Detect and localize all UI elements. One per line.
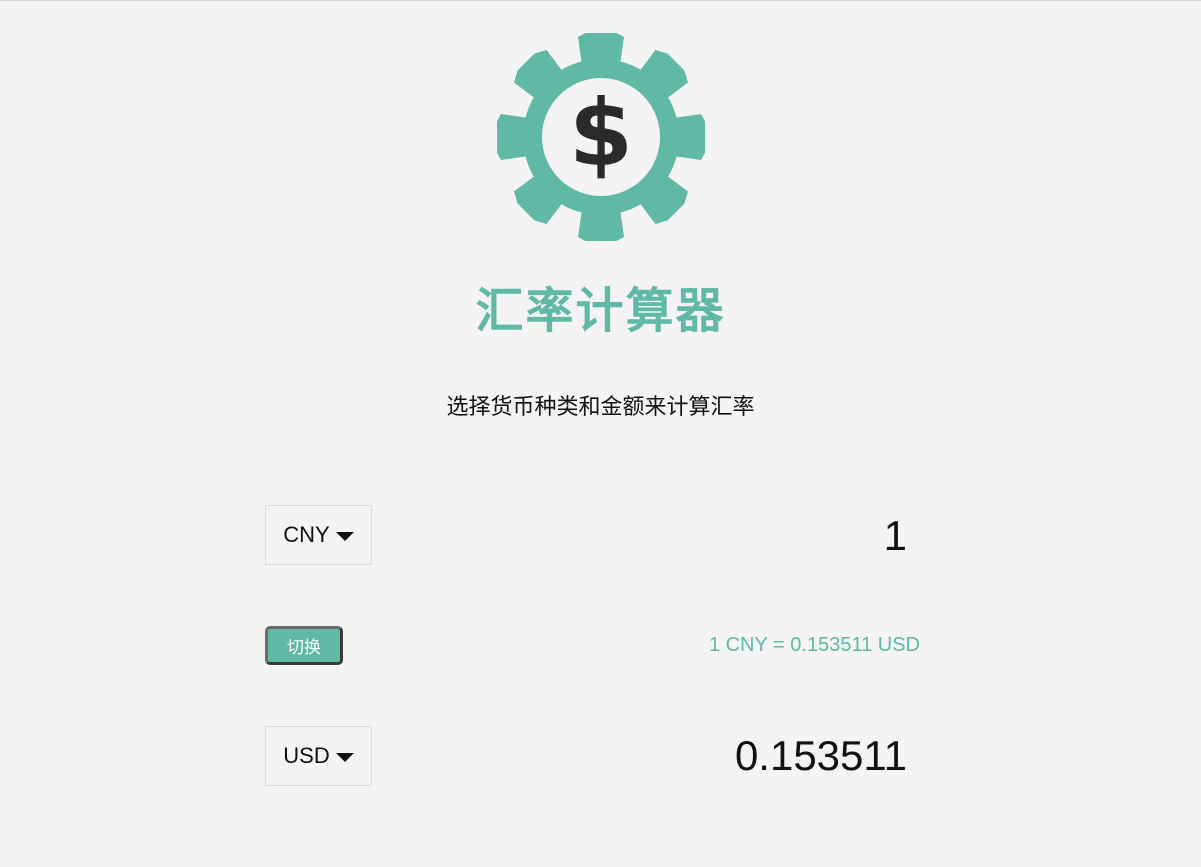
gear-dollar-icon: $ — [495, 31, 707, 243]
caret-down-icon — [335, 531, 354, 541]
swap-button[interactable]: 切换 — [265, 626, 343, 665]
caret-down-icon — [335, 752, 354, 762]
from-currency-select[interactable]: CNY — [265, 505, 372, 565]
dollar-sign: $ — [569, 80, 633, 187]
page-subtitle: 选择货币种类和金额来计算汇率 — [446, 395, 755, 420]
to-currency-label: USD — [283, 743, 330, 768]
page-title: 汇率计算器 — [475, 283, 726, 339]
swap-button-label: 切换 — [287, 638, 321, 658]
to-amount-output: 0.153511 — [734, 732, 907, 779]
to-currency-select[interactable]: USD — [265, 726, 372, 786]
from-currency-label: CNY — [283, 522, 330, 547]
from-amount-input[interactable]: 1 — [884, 515, 907, 557]
exchange-rate-text: 1 CNY = 0.153511 USD — [708, 634, 920, 656]
